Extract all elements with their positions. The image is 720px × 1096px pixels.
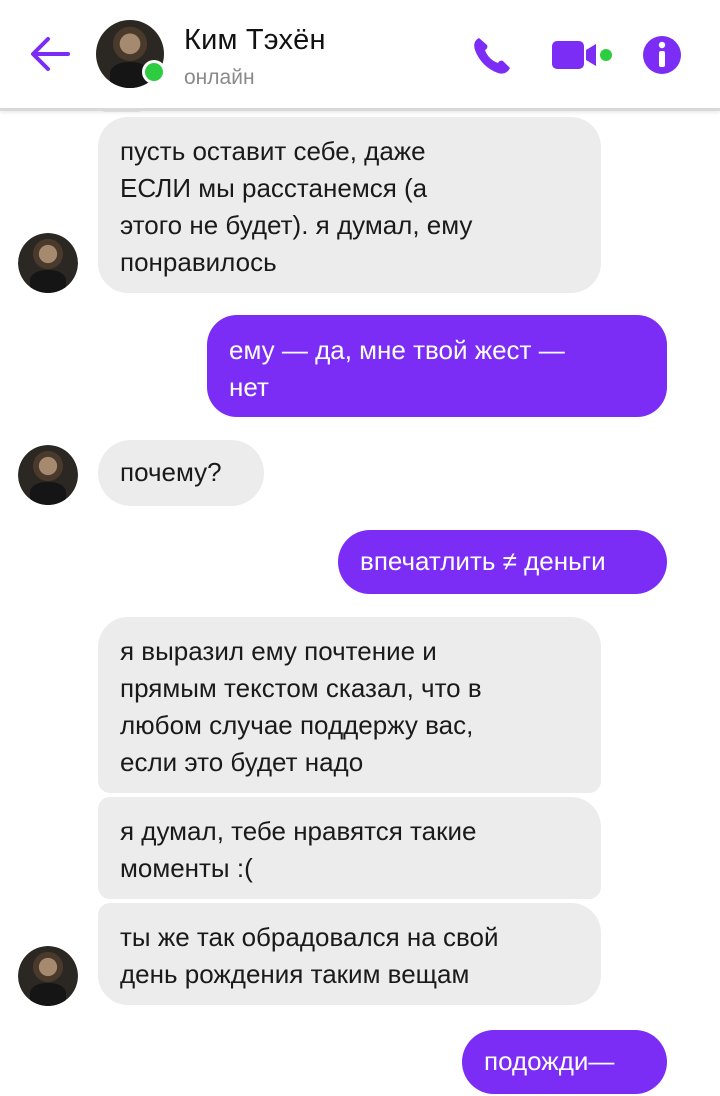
outgoing-message[interactable]: впечатлить ≠ деньги [338,530,667,594]
outgoing-message[interactable]: подожди— [462,1030,667,1094]
message-text: ему — да, мне твой жест — нет [229,335,565,402]
sender-avatar[interactable] [18,946,78,1006]
avatar-image [18,445,78,505]
sender-avatar[interactable] [18,233,78,293]
video-camera-icon[interactable] [550,34,616,76]
contact-name[interactable]: Ким Тэхён [184,24,326,57]
incoming-message[interactable]: я думал, тебе нравятся такие моменты :( [98,797,601,899]
outgoing-message[interactable]: ему — да, мне твой жест — нет [207,315,667,417]
message-text: пусть оставит себе, даже ЕСЛИ мы расстан… [120,136,473,277]
avatar-image [18,233,78,293]
incoming-message[interactable]: ты же так обрадовался на свой день рожде… [98,903,601,1005]
message-text: впечатлить ≠ деньги [360,546,606,576]
chat-screen: Ким Тэхён онлайн пусть оставит себе, даж… [0,0,720,1096]
incoming-message[interactable]: почему? [98,440,264,506]
avatar-image [18,946,78,1006]
incoming-message[interactable]: пусть оставит себе, даже ЕСЛИ мы расстан… [98,117,601,293]
message-text: я думал, тебе нравятся такие моменты :( [120,816,477,883]
phone-icon[interactable] [470,34,514,76]
online-indicator [142,60,166,84]
chat-header: Ким Тэхён онлайн [0,0,720,111]
message-text: я выразил ему почтение и прямым текстом … [120,636,482,777]
incoming-message[interactable]: я выразил ему почтение и прямым текстом … [98,617,601,793]
message-text: подожди— [484,1046,615,1076]
message-text: ты же так обрадовался на свой день рожде… [120,922,499,989]
back-arrow-icon[interactable] [28,34,72,74]
contact-avatar[interactable] [96,20,166,88]
contact-status: онлайн [184,66,255,89]
message-text: почему? [120,457,222,487]
info-icon[interactable] [640,34,684,76]
sender-avatar[interactable] [18,445,78,505]
